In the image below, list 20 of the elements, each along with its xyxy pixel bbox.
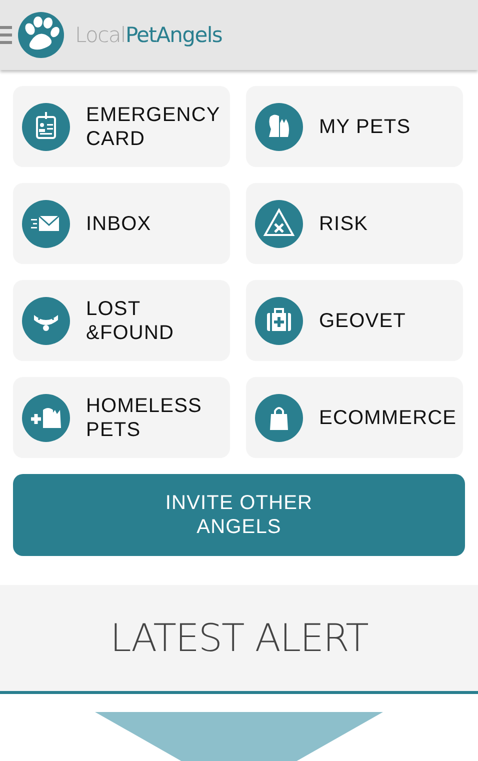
envelope-icon [22,200,70,248]
medical-case-icon [255,296,303,344]
section-title: LATEST ALERT [110,616,368,660]
menu-tile[interactable]: GEOVET [246,280,463,361]
menu-tile[interactable]: MY PETS [246,86,463,167]
menu-tile[interactable]: EMERGENCY CARD [13,86,230,167]
collar-icon [22,296,70,344]
menu-tile[interactable]: LOST &FOUND [13,280,230,361]
dropdown-arrow-icon [95,712,383,761]
id-card-icon [22,102,70,150]
invite-button[interactable]: INVITE OTHER ANGELS [13,474,465,556]
menu-tile[interactable]: ECOMMERCE [246,377,463,458]
menu-icon[interactable] [0,24,12,46]
shopping-bag-icon [255,394,303,442]
menu-tile[interactable]: INBOX [13,183,230,264]
paw-logo-icon [17,11,65,59]
warning-icon [255,200,303,248]
brand-name: LocalPetAngels [75,23,222,47]
menu-tile[interactable]: RISK [246,183,463,264]
menu-tile[interactable]: HOMELESS PETS [13,377,230,458]
